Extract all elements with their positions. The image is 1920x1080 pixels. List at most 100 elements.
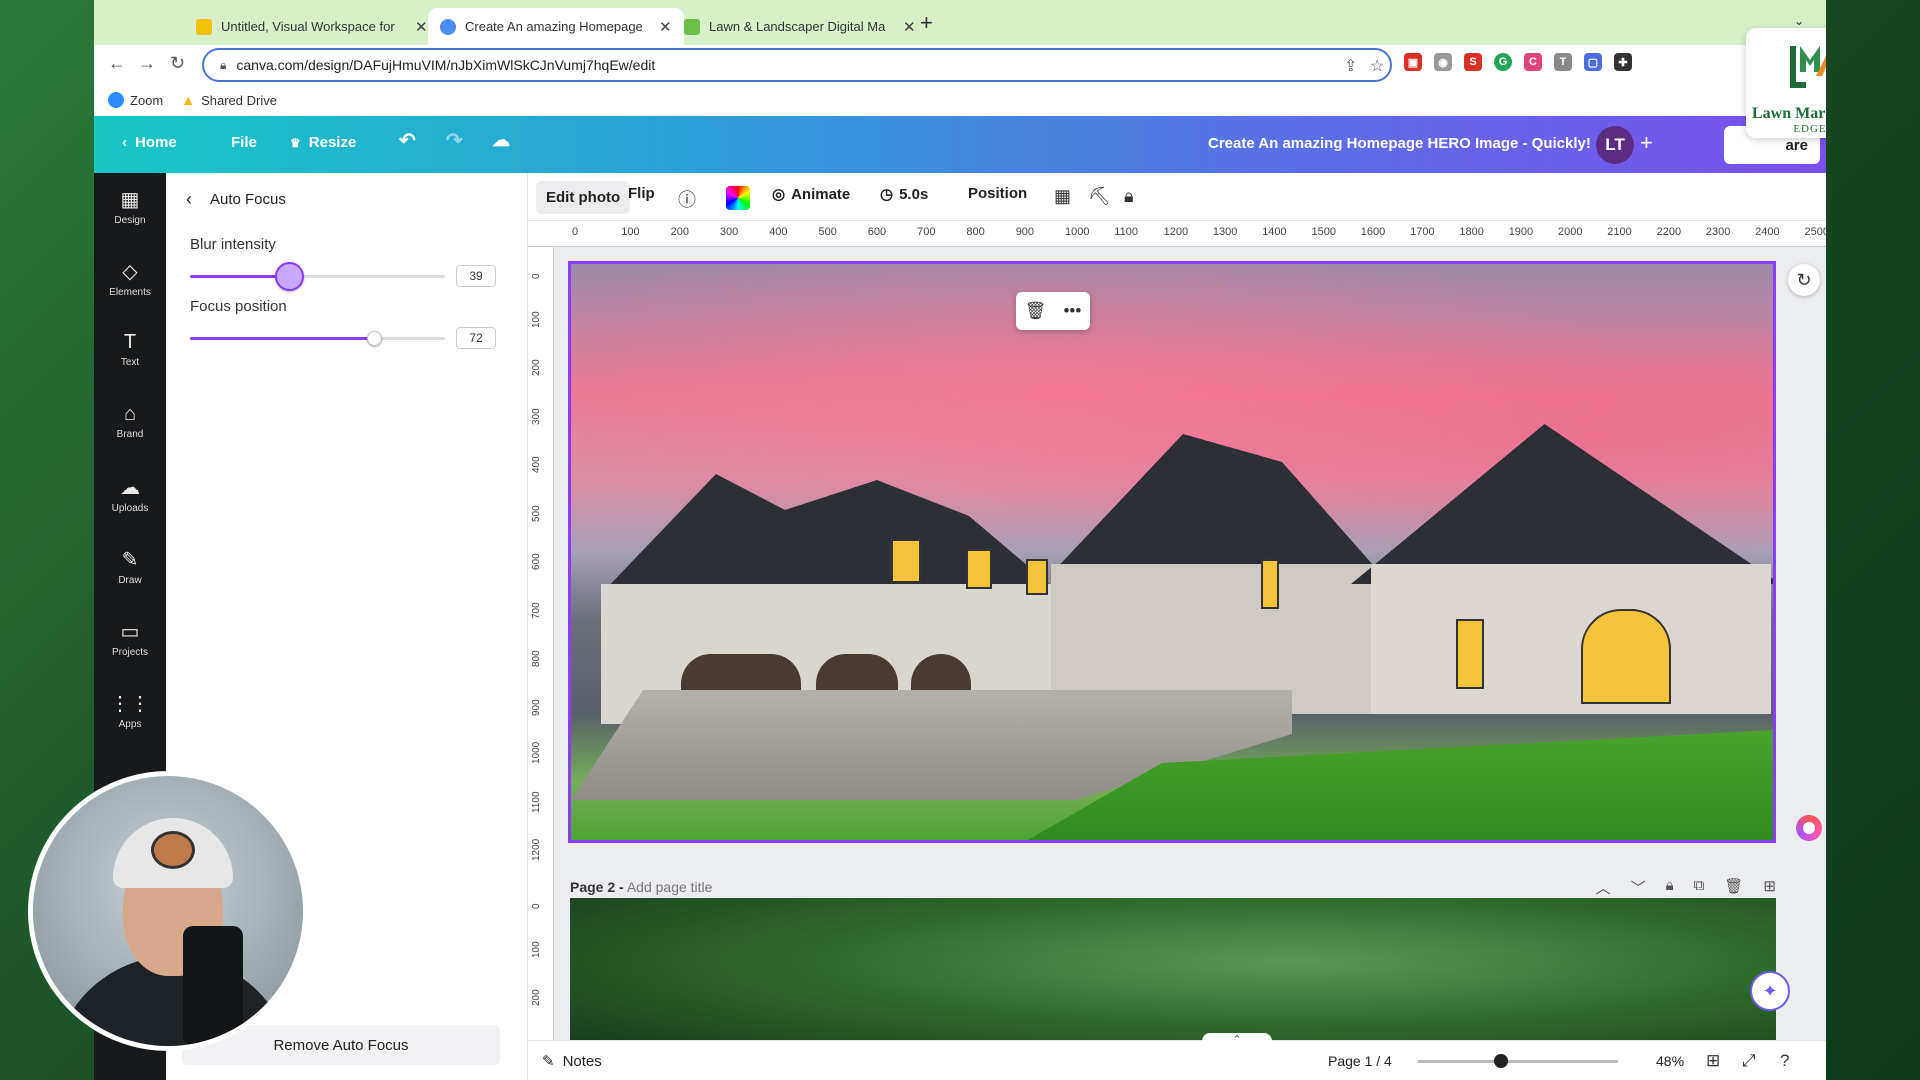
chevron-down-icon[interactable]: ﹀ xyxy=(1631,877,1646,898)
page-title-placeholder[interactable]: Add page title xyxy=(627,879,713,895)
color-palette-icon[interactable] xyxy=(1796,815,1822,841)
focus-position-slider[interactable] xyxy=(190,331,445,346)
page-indicator[interactable]: Page 1 / 4 xyxy=(1328,1053,1392,1069)
paint-roller-icon[interactable]: ⛏ xyxy=(1088,186,1111,207)
rail-item-text[interactable]: T Text xyxy=(94,331,166,391)
transparency-icon[interactable]: ▦ xyxy=(1054,186,1071,207)
ruler-tick-label: 2100 xyxy=(1607,226,1632,238)
resize-button[interactable]: ♛ Resize xyxy=(290,134,356,151)
lock-icon[interactable]: 🔒︎ xyxy=(1666,877,1674,898)
back-arrow-icon[interactable]: ← xyxy=(108,53,126,74)
trash-icon[interactable]: 🗑︎ xyxy=(1025,301,1047,321)
logo-text: Lawn Marketing xyxy=(1752,105,1826,122)
ruler-tick-label: 0 xyxy=(531,903,542,909)
extension-icon[interactable]: S xyxy=(1464,53,1482,71)
elements-icon: ◇ xyxy=(122,261,138,283)
duplicate-icon[interactable]: ⧉ xyxy=(1694,877,1705,898)
rail-label: Brand xyxy=(116,429,144,440)
blur-intensity-input[interactable]: 39 xyxy=(456,265,496,287)
info-icon[interactable]: ⓘ xyxy=(678,186,696,212)
edit-photo-button[interactable]: Edit photo xyxy=(536,181,631,214)
file-menu-button[interactable]: File xyxy=(231,134,257,151)
bookmark-star-icon[interactable]: ☆ xyxy=(1370,56,1384,76)
chevron-left-icon[interactable]: ‹ xyxy=(186,189,192,210)
address-bar[interactable]: 🔒︎ canva.com/design/DAFujHmuVIM/nJbXimWl… xyxy=(202,48,1392,82)
camera-extension-icon[interactable]: ◉ xyxy=(1434,53,1452,71)
help-icon[interactable]: ? xyxy=(1780,1051,1789,1071)
color-adjust-icon[interactable] xyxy=(726,186,750,210)
bookmark-zoom[interactable]: Zoom xyxy=(108,92,163,108)
ruler-tick-label: 600 xyxy=(531,553,542,570)
close-tab-icon[interactable]: ✕ xyxy=(903,18,916,36)
reload-icon[interactable]: ↻ xyxy=(170,53,185,74)
forward-arrow-icon[interactable]: → xyxy=(138,53,156,74)
zoom-slider[interactable] xyxy=(1418,1060,1618,1063)
new-tab-button[interactable]: + xyxy=(920,10,933,36)
chevron-up-icon[interactable]: ⌃ xyxy=(1202,1033,1272,1049)
animate-icon: ◎ xyxy=(772,186,786,203)
slider-thumb[interactable] xyxy=(366,331,382,346)
grid-view-icon[interactable]: ⊞ xyxy=(1706,1051,1720,1071)
window xyxy=(966,549,992,589)
window xyxy=(1026,559,1048,595)
slider-thumb[interactable] xyxy=(275,262,305,291)
cloud-save-icon[interactable]: ☁ xyxy=(492,130,510,151)
tab-title: Lawn & Landscaper Digital Ma xyxy=(709,19,886,34)
flip-button[interactable]: Flip xyxy=(628,185,655,202)
extension-icon[interactable]: ▢ xyxy=(1584,53,1602,71)
duration-button[interactable]: ◷ 5.0s xyxy=(880,185,929,204)
bookmark-shared-drive[interactable]: ▲ Shared Drive xyxy=(181,92,277,108)
grammarly-icon[interactable]: G xyxy=(1494,53,1512,71)
slider-fill xyxy=(190,337,374,340)
lock-icon[interactable]: 🔒︎ xyxy=(1124,186,1134,207)
redo-icon[interactable]: ↷ xyxy=(446,128,463,153)
notes-button[interactable]: ✎ Notes xyxy=(542,1052,602,1071)
duration-label: 5.0s xyxy=(899,185,929,203)
add-collaborator-icon[interactable]: + xyxy=(1640,130,1653,156)
tab-lawn[interactable]: Lawn & Landscaper Digital Ma ✕ xyxy=(672,8,928,45)
blur-intensity-slider[interactable] xyxy=(190,262,445,291)
rail-item-uploads[interactable]: ☁ Uploads xyxy=(94,475,166,535)
rail-item-design[interactable]: ▦ Design xyxy=(94,187,166,247)
add-page-icon[interactable]: ⊞ xyxy=(1763,877,1776,898)
ruler-tick-label: 1100 xyxy=(531,790,542,813)
home-button[interactable]: ‹ Home xyxy=(122,134,177,151)
fullscreen-icon[interactable]: ⤢ xyxy=(1742,1051,1756,1071)
rail-item-brand[interactable]: ⌂ Brand xyxy=(94,403,166,463)
refresh-icon[interactable]: ↻ xyxy=(1788,264,1820,296)
design-title[interactable]: Create An amazing Homepage HERO Image - … xyxy=(1208,135,1591,152)
window xyxy=(891,539,921,583)
rail-label: Uploads xyxy=(111,503,149,514)
more-options-icon[interactable]: ••• xyxy=(1063,301,1081,321)
share-page-icon[interactable]: ⇪ xyxy=(1344,56,1357,76)
zoom-level[interactable]: 48% xyxy=(1656,1053,1684,1069)
tab-canva[interactable]: Create An amazing Homepage ✕ xyxy=(428,8,684,45)
close-tab-icon[interactable]: ✕ xyxy=(659,18,672,36)
text-extension-icon[interactable]: T xyxy=(1554,53,1572,71)
focus-position-input[interactable]: 72 xyxy=(456,327,496,349)
page-1-hero-image[interactable]: 🗑︎ ••• xyxy=(568,261,1776,843)
extension-icon[interactable]: ▣ xyxy=(1404,53,1422,71)
extension-icon[interactable]: C xyxy=(1524,53,1542,71)
resize-label: Resize xyxy=(308,134,357,151)
trash-icon[interactable]: 🗑︎ xyxy=(1724,877,1743,898)
magic-sparkle-icon[interactable]: ✦ xyxy=(1750,971,1790,1011)
puzzle-extensions-icon[interactable]: ✚ xyxy=(1614,53,1632,71)
tab-search-icon[interactable]: ⌄ xyxy=(1794,14,1804,28)
tab-workspace[interactable]: Untitled, Visual Workspace for ✕ xyxy=(184,8,440,45)
undo-icon[interactable]: ↶ xyxy=(399,128,416,153)
page-2-grass-image[interactable] xyxy=(570,898,1776,1040)
ruler-tick-label: 2200 xyxy=(1656,226,1682,238)
rail-item-elements[interactable]: ◇ Elements xyxy=(94,259,166,319)
ruler-tick-label: 1000 xyxy=(531,741,542,764)
arched-window xyxy=(1581,609,1671,704)
chevron-up-icon[interactable]: ︿ xyxy=(1596,877,1611,898)
avatar[interactable]: LT xyxy=(1596,126,1634,164)
animate-button[interactable]: ◎ Animate xyxy=(772,185,850,204)
zoom-slider-thumb[interactable] xyxy=(1494,1054,1508,1068)
position-button[interactable]: Position xyxy=(968,185,1027,202)
close-tab-icon[interactable]: ✕ xyxy=(415,18,428,36)
rail-item-projects[interactable]: ▭ Projects xyxy=(94,619,166,679)
rail-item-draw[interactable]: ✎ Draw xyxy=(94,547,166,607)
rail-item-apps[interactable]: ⋮⋮ Apps xyxy=(94,691,166,751)
